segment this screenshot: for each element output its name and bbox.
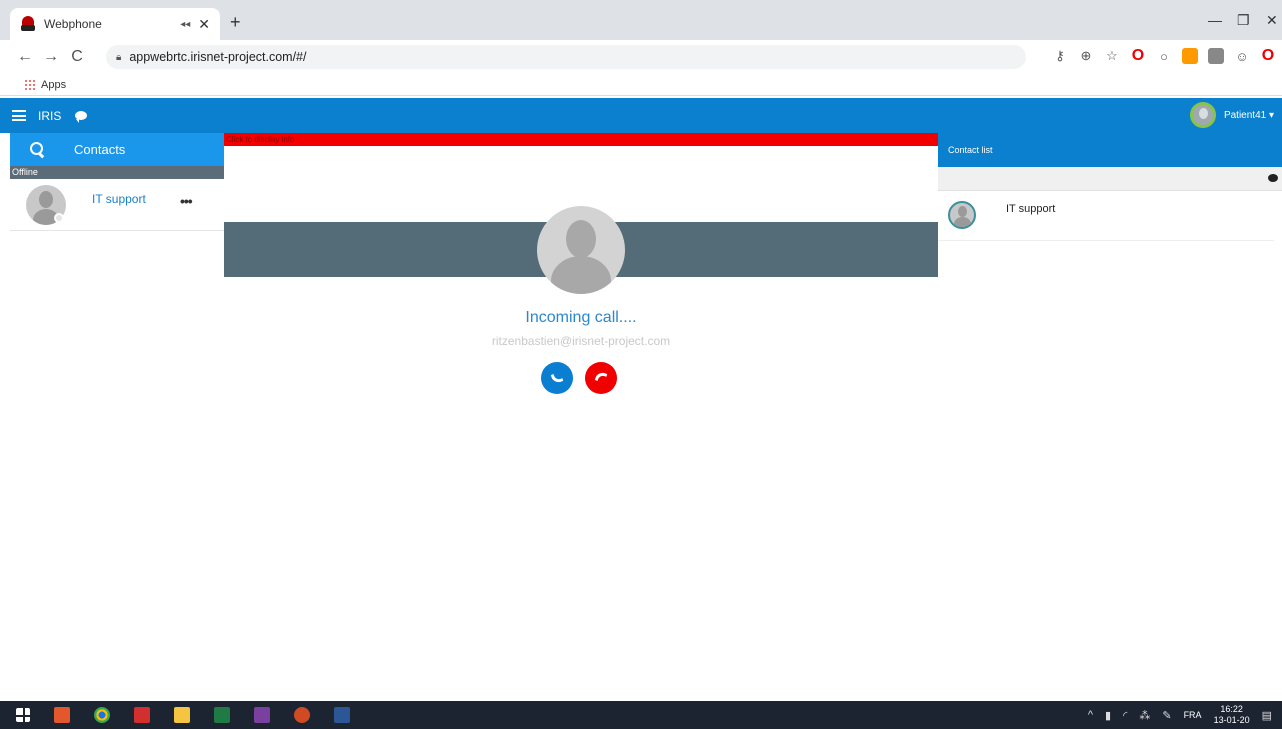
contact-list-header: Contact list — [938, 133, 1282, 167]
network-icon[interactable]: ⁂ — [1139, 709, 1150, 722]
phone-icon — [550, 371, 564, 385]
acrobat-icon[interactable] — [134, 707, 150, 723]
clock-date: 13-01-20 — [1213, 715, 1250, 725]
circle-extension-icon[interactable]: ○ — [1156, 48, 1172, 64]
profile-icon[interactable]: ☺ — [1234, 48, 1250, 64]
bookmark-star-icon[interactable]: ☆ — [1104, 48, 1120, 64]
info-banner[interactable]: Click to display info — [224, 133, 938, 146]
browser-tab[interactable]: Webphone ◂◂ ✕ — [10, 8, 220, 40]
extensions-toolbar: ⚷ ⊕ ☆ O ○ ☺ O — [1052, 47, 1276, 64]
user-avatar — [1189, 102, 1216, 128]
caller-avatar — [537, 206, 625, 294]
word-icon[interactable] — [334, 707, 350, 723]
pen-icon[interactable]: ✎ — [1162, 709, 1171, 722]
forward-arrow-icon[interactable]: → — [38, 48, 64, 66]
opera-extension-icon[interactable]: O — [1130, 47, 1146, 64]
back-arrow-icon[interactable]: ← — [12, 48, 38, 66]
contact-list-toolbar — [938, 167, 1282, 191]
windows-taskbar: ^ ▮ ◜ ⁂ ✎ FRA 16:22 13-01-20 ▤ — [0, 701, 1282, 729]
excel-icon[interactable] — [214, 707, 230, 723]
contacts-panel: Contacts Offline IT support ••• — [10, 133, 224, 231]
powerpoint-icon[interactable] — [294, 707, 310, 723]
new-tab-button[interactable]: + — [230, 12, 241, 33]
url-text: appwebrtc.irisnet-project.com/#/ — [129, 50, 307, 64]
maximize-button[interactable]: ❐ — [1237, 12, 1250, 29]
lock-icon: 🔒︎ — [116, 51, 122, 63]
call-area: Click to display info Incoming call.... … — [224, 133, 938, 394]
offline-status-dot — [54, 213, 64, 223]
app-header: IRIS Patient41 ▾ — [0, 98, 1282, 133]
user-name: Patient41 ▾ — [1223, 109, 1274, 121]
contact-list-name: IT support — [1006, 203, 1056, 215]
notifications-icon[interactable]: ▤ — [1262, 709, 1272, 722]
browser-tab-bar: Webphone ◂◂ ✕ + — ❐ ✕ — [0, 0, 1282, 40]
microphone-icon[interactable]: ▮ — [1105, 709, 1111, 722]
contact-name: IT support — [92, 191, 146, 206]
opera-menu-icon[interactable]: O — [1260, 47, 1276, 64]
accept-call-button[interactable] — [541, 362, 573, 394]
offline-group-header: Offline — [10, 166, 224, 179]
url-input[interactable]: 🔒︎ appwebrtc.irisnet-project.com/#/ — [106, 45, 1026, 69]
system-tray: ^ ▮ ◜ ⁂ ✎ FRA 16:22 13-01-20 ▤ — [1088, 701, 1272, 729]
tab-title: Webphone — [44, 17, 102, 31]
contact-row[interactable]: IT support ••• — [10, 179, 224, 231]
chrome-icon[interactable] — [94, 707, 110, 723]
address-bar: ← → C 🔒︎ appwebrtc.irisnet-project.com/#… — [0, 40, 1282, 74]
chat-bubble-icon[interactable] — [75, 111, 88, 123]
orange-extension-icon[interactable] — [1182, 48, 1198, 64]
contact-list-avatar — [948, 201, 976, 229]
incoming-call-status: Incoming call.... — [525, 309, 637, 326]
contacts-label: Contacts — [74, 142, 126, 157]
reject-call-button[interactable] — [585, 362, 617, 394]
minimize-button[interactable]: — — [1208, 12, 1222, 28]
hamburger-menu-icon[interactable] — [12, 110, 26, 121]
chat-icon[interactable] — [1268, 174, 1278, 182]
reload-icon[interactable]: C — [64, 48, 90, 66]
language-indicator[interactable]: FRA — [1184, 710, 1202, 720]
webphone-favicon-icon — [20, 16, 36, 32]
more-options-icon[interactable]: ••• — [180, 193, 193, 209]
hang-up-icon — [594, 370, 608, 384]
file-explorer-icon[interactable] — [174, 707, 190, 723]
user-menu[interactable]: Patient41 ▾ — [1189, 102, 1274, 128]
search-icon[interactable] — [30, 141, 46, 158]
bookmarks-bar: Apps — [0, 74, 1282, 96]
contacts-search-bar[interactable]: Contacts — [10, 133, 224, 166]
windows-start-icon[interactable] — [16, 708, 30, 722]
tab-close-icon[interactable]: ✕ — [198, 16, 210, 33]
caller-email: ritzenbastien@irisnet-project.com — [491, 334, 671, 348]
key-icon[interactable]: ⚷ — [1052, 48, 1068, 64]
show-hidden-icons-icon[interactable]: ^ — [1088, 709, 1093, 721]
apps-grid-icon[interactable] — [24, 78, 36, 91]
app-six-icon[interactable] — [54, 707, 70, 723]
wifi-icon[interactable]: ◜ — [1123, 709, 1127, 722]
zoom-icon[interactable]: ⊕ — [1078, 48, 1094, 64]
brand-label[interactable]: IRIS — [38, 109, 61, 123]
contact-list-panel: Contact list IT support — [938, 133, 1282, 241]
window-close-button[interactable]: ✕ — [1266, 12, 1278, 29]
clock-time: 16:22 — [1220, 704, 1243, 714]
onenote-icon[interactable] — [254, 707, 270, 723]
tab-audio-icon[interactable]: ◂◂ — [180, 19, 190, 30]
gray-extension-icon[interactable] — [1208, 48, 1224, 64]
apps-bookmark[interactable]: Apps — [41, 79, 66, 91]
clock[interactable]: 16:22 13-01-20 — [1214, 704, 1250, 726]
contact-list-item[interactable]: IT support — [938, 191, 1274, 241]
